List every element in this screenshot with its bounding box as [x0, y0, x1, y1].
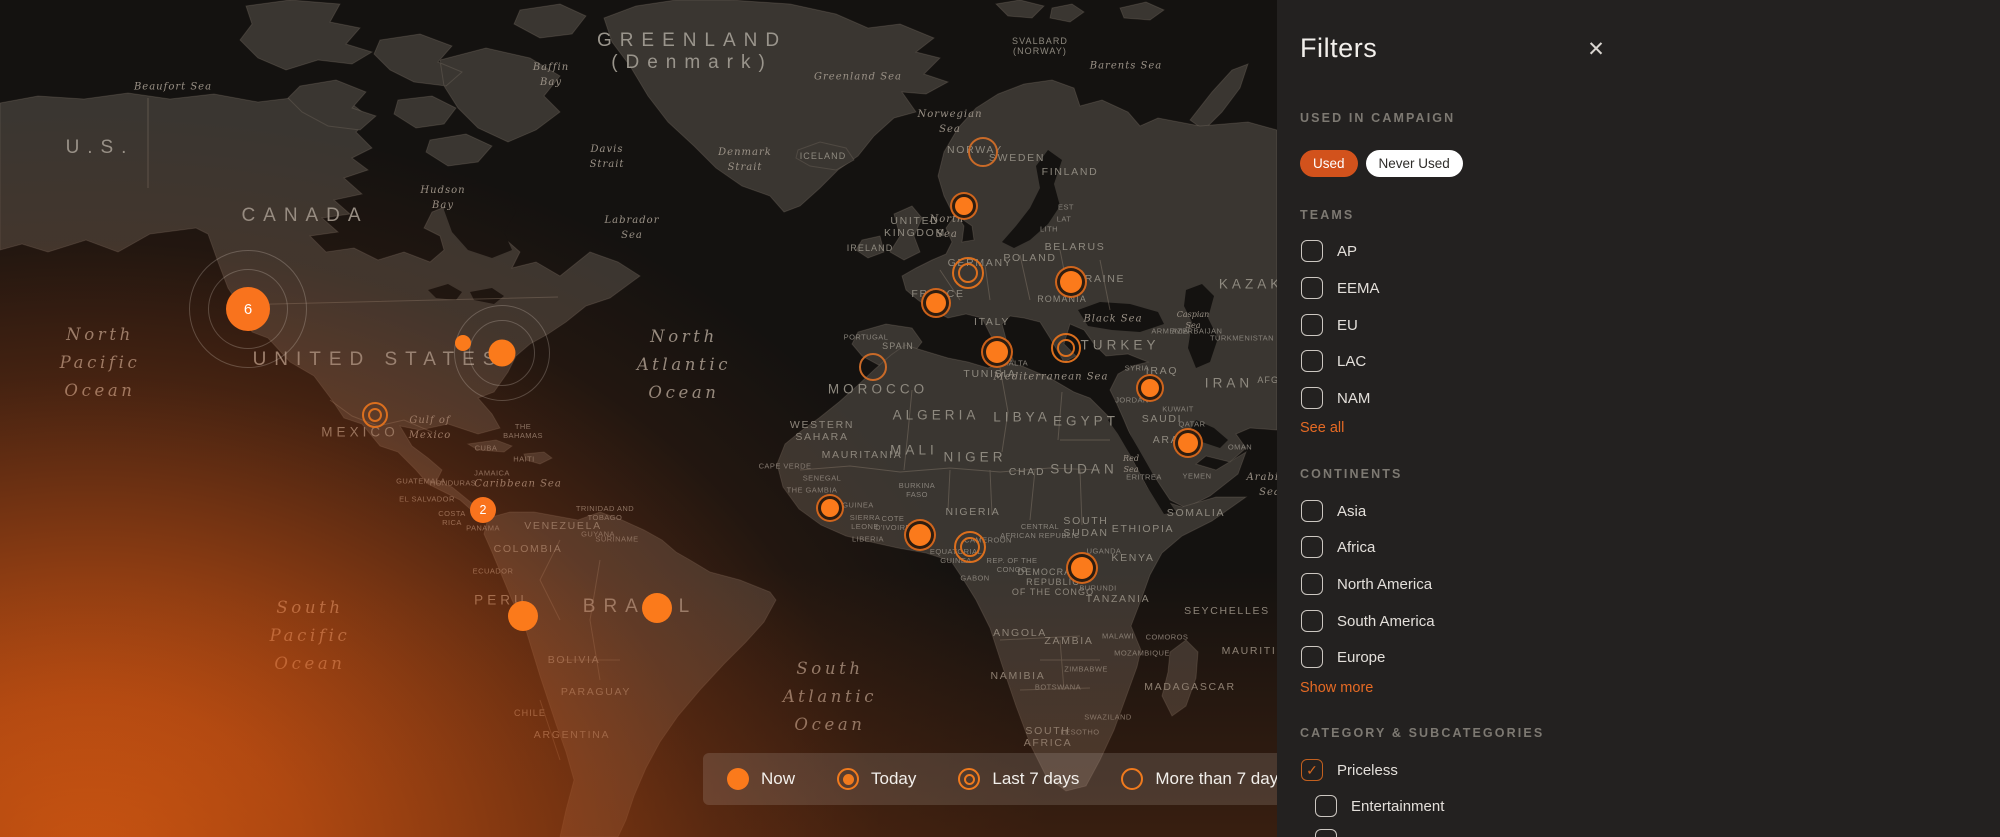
marker-last-7-days[interactable] [952, 257, 984, 289]
campaign-chips: Used Never Used [1300, 150, 1463, 177]
close-icon[interactable]: ✕ [1581, 34, 1611, 64]
continent-option-africa[interactable]: Africa [1301, 536, 1375, 558]
checkbox[interactable] [1301, 277, 1323, 299]
subcategory-option-partial[interactable] [1315, 829, 1337, 837]
marker-today[interactable] [986, 341, 1008, 363]
checkbox[interactable] [1301, 536, 1323, 558]
checkbox-label: Africa [1337, 539, 1375, 556]
checkbox-label: North America [1337, 576, 1432, 593]
marker-today[interactable] [821, 499, 839, 517]
today-dot-icon [837, 768, 859, 790]
checkbox[interactable] [1301, 387, 1323, 409]
chip-never-used[interactable]: Never Used [1366, 150, 1463, 177]
marker-now[interactable] [455, 335, 471, 351]
marker-now[interactable] [489, 340, 516, 367]
category-option-priceless[interactable]: ✓ Priceless [1301, 759, 1398, 781]
section-heading-continents: CONTINENTS [1300, 467, 1403, 481]
marker-older[interactable] [968, 137, 998, 167]
checkbox[interactable] [1301, 240, 1323, 262]
legend-item-today: Today [837, 768, 916, 790]
marker-today[interactable] [926, 293, 946, 313]
marker-last-7-days[interactable] [954, 531, 986, 563]
marker-today[interactable] [1060, 271, 1082, 293]
legend-item-now: Now [727, 768, 795, 790]
checkbox-label: Europe [1337, 649, 1385, 666]
legend-label: Now [761, 769, 795, 789]
marker-today[interactable] [1071, 557, 1093, 579]
checkbox-label: NAM [1337, 390, 1370, 407]
continent-option-north-america[interactable]: North America [1301, 573, 1432, 595]
marker-today[interactable] [1178, 433, 1198, 453]
marker-cluster[interactable]: 6 [226, 287, 270, 331]
checkbox[interactable] [1301, 610, 1323, 632]
section-heading-used-in-campaign: USED IN CAMPAIGN [1300, 111, 1455, 125]
show-more-link[interactable]: Show more [1300, 680, 1373, 696]
legend-item-older: More than 7 days ago [1121, 768, 1277, 790]
checkbox[interactable] [1301, 314, 1323, 336]
map-legend: Now Today Last 7 days More than 7 days a… [703, 753, 1277, 805]
marker-cluster[interactable]: 2 [470, 497, 496, 523]
checkbox-label: EU [1337, 317, 1358, 334]
checkbox[interactable] [1315, 829, 1337, 837]
marker-last-7-days[interactable] [362, 402, 388, 428]
continent-option-asia[interactable]: Asia [1301, 500, 1366, 522]
continent-option-south-america[interactable]: South America [1301, 610, 1435, 632]
marker-today[interactable] [1141, 379, 1159, 397]
team-option-lac[interactable]: LAC [1301, 350, 1366, 372]
marker-today[interactable] [909, 524, 931, 546]
subcategory-option-entertainment[interactable]: Entertainment [1315, 795, 1444, 817]
checkbox-checked[interactable]: ✓ [1301, 759, 1323, 781]
see-all-link[interactable]: See all [1300, 420, 1344, 436]
now-dot-icon [727, 768, 749, 790]
older-ring-icon [1121, 768, 1143, 790]
team-option-eu[interactable]: EU [1301, 314, 1358, 336]
section-heading-teams: TEAMS [1300, 208, 1354, 222]
last-7-days-ring-icon [958, 768, 980, 790]
marker-today[interactable] [955, 197, 973, 215]
marker-older[interactable] [859, 353, 887, 381]
checkbox-label: South America [1337, 613, 1435, 630]
team-option-eema[interactable]: EEMA [1301, 277, 1380, 299]
marker-now[interactable] [508, 601, 538, 631]
panel-title: Filters [1300, 33, 1377, 64]
map-markers: 6 2 [0, 0, 1277, 837]
app-screen: U.S. CANADA GREENLAND (Denmark) SVALBARD… [0, 0, 2000, 837]
filters-panel: Filters ✕ USED IN CAMPAIGN Used Never Us… [1277, 0, 2000, 837]
legend-label: Today [871, 769, 916, 789]
legend-label: Last 7 days [992, 769, 1079, 789]
checkbox-label: Entertainment [1351, 798, 1444, 815]
checkbox-label: AP [1337, 243, 1357, 260]
checkbox[interactable] [1315, 795, 1337, 817]
team-option-nam[interactable]: NAM [1301, 387, 1370, 409]
checkbox-label: EEMA [1337, 280, 1380, 297]
checkbox[interactable] [1301, 350, 1323, 372]
marker-last-7-days[interactable] [1051, 333, 1081, 363]
marker-now[interactable] [642, 593, 672, 623]
section-heading-categories: CATEGORY & SUBCATEGORIES [1300, 726, 1544, 740]
checkbox-label: Priceless [1337, 762, 1398, 779]
checkbox-label: LAC [1337, 353, 1366, 370]
team-option-ap[interactable]: AP [1301, 240, 1357, 262]
world-map[interactable]: U.S. CANADA GREENLAND (Denmark) SVALBARD… [0, 0, 1277, 837]
checkbox[interactable] [1301, 500, 1323, 522]
checkbox[interactable] [1301, 573, 1323, 595]
continent-option-europe[interactable]: Europe [1301, 646, 1385, 668]
chip-used[interactable]: Used [1300, 150, 1358, 177]
checkbox[interactable] [1301, 646, 1323, 668]
legend-label: More than 7 days ago [1155, 769, 1277, 789]
checkbox-label: Asia [1337, 503, 1366, 520]
legend-item-last-7-days: Last 7 days [958, 768, 1079, 790]
